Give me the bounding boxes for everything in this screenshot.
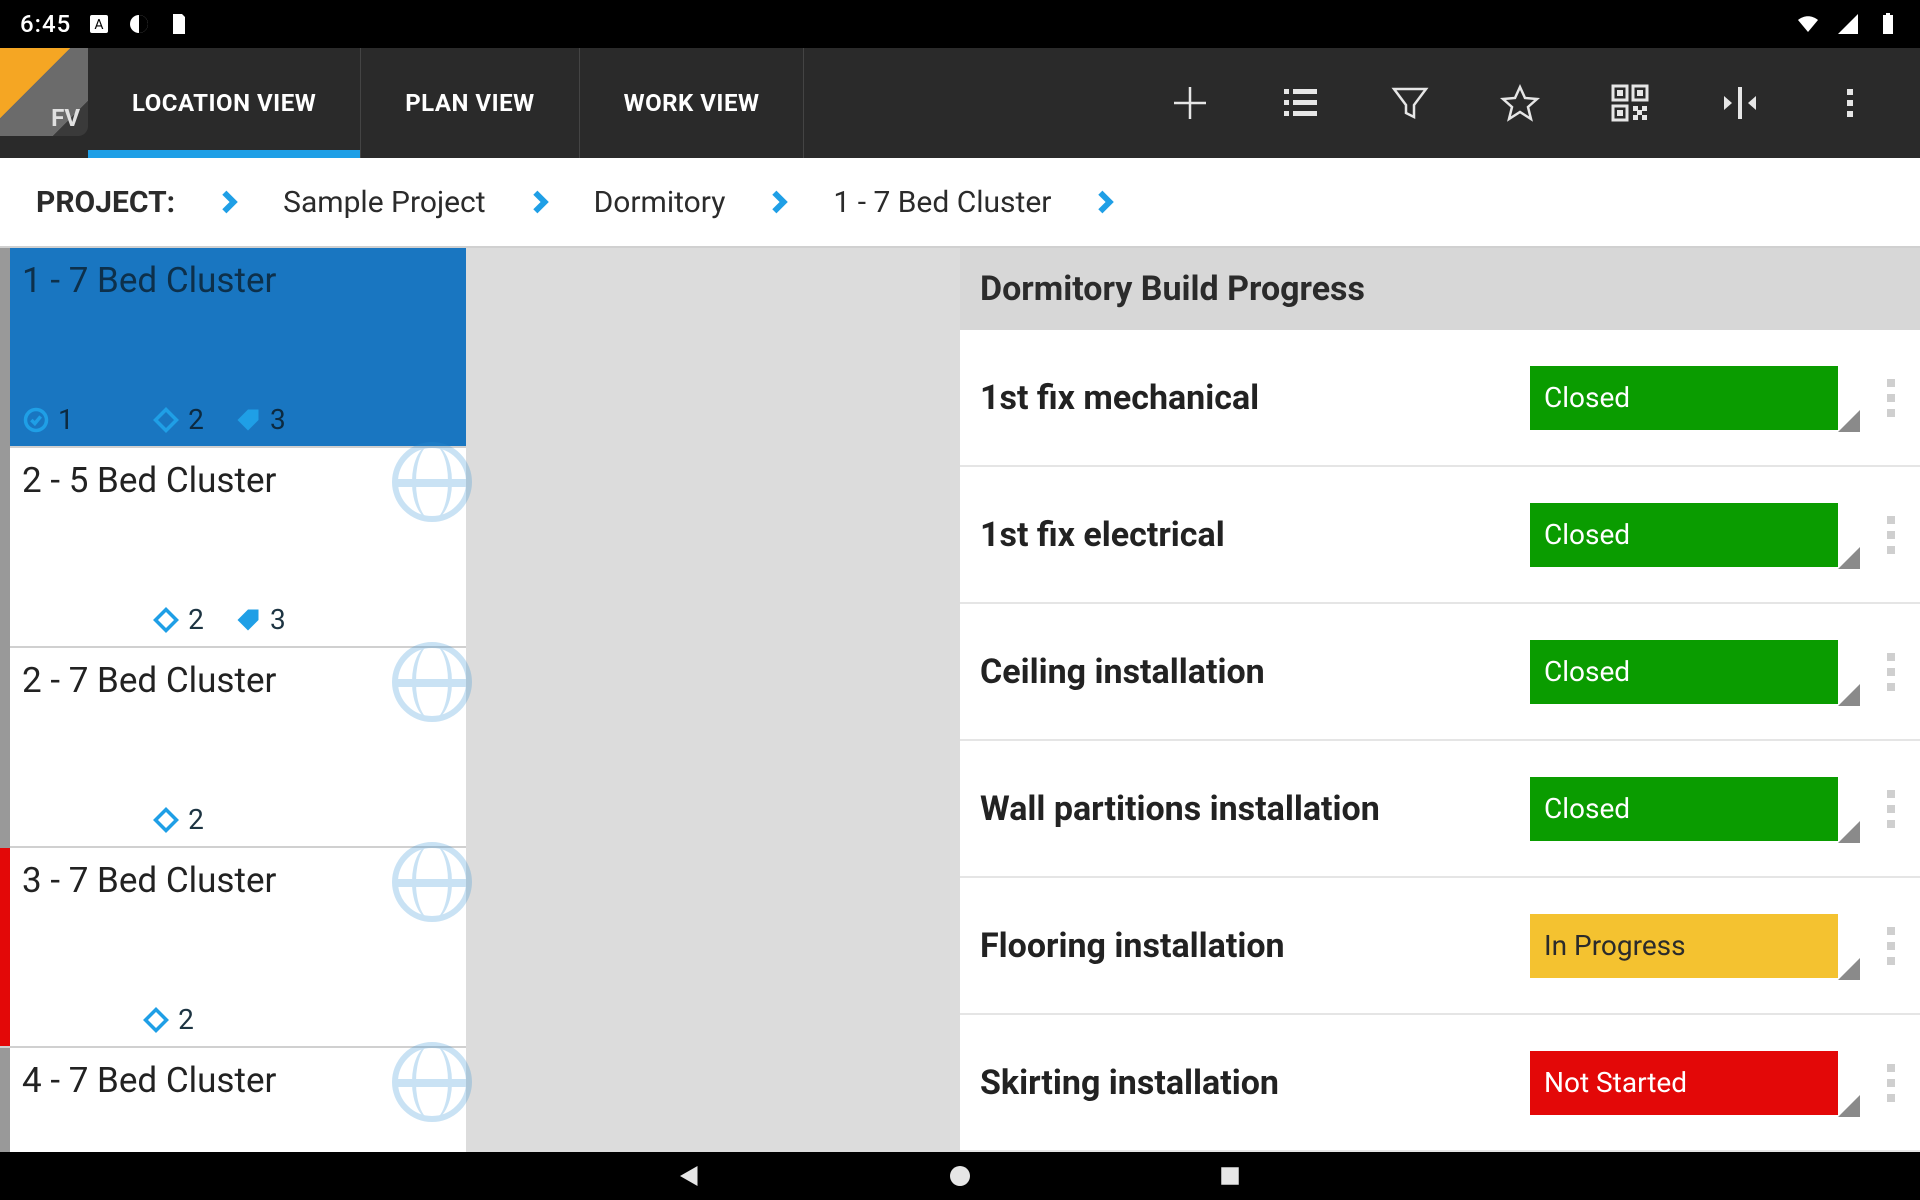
app-logo[interactable]: FV <box>0 48 88 136</box>
spinner-corner-icon <box>1838 1095 1860 1117</box>
chevron-right-icon <box>1091 188 1119 216</box>
progress-header: Dormitory Build Progress <box>960 248 1920 330</box>
location-title: 1 - 7 Bed Cluster <box>22 260 454 301</box>
globe-icon <box>392 1042 472 1122</box>
toolbar <box>1170 48 1920 158</box>
breadcrumb-item[interactable]: Sample Project <box>283 185 485 220</box>
task-name: 1st fix mechanical <box>980 378 1520 418</box>
spinner-corner-icon <box>1838 958 1860 980</box>
spinner-corner-icon <box>1838 821 1860 843</box>
split-icon[interactable] <box>1720 83 1760 123</box>
location-list[interactable]: 1 - 7 Bed Cluster1232 - 5 Bed Cluster232… <box>10 248 466 1152</box>
task-status[interactable]: Closed <box>1530 640 1838 704</box>
star-icon[interactable] <box>1500 83 1540 123</box>
task-status[interactable]: Not Started <box>1530 1051 1838 1115</box>
chevron-right-icon <box>526 188 554 216</box>
tag-icon <box>234 606 262 634</box>
spinner-corner-icon <box>1838 547 1860 569</box>
task-overflow-button[interactable] <box>1870 927 1912 965</box>
overflow-icon[interactable] <box>1830 83 1870 123</box>
spinner-corner-icon <box>1838 684 1860 706</box>
nav-recent-icon[interactable] <box>1215 1161 1245 1191</box>
task-status[interactable]: Closed <box>1530 777 1838 841</box>
location-item[interactable]: 1 - 7 Bed Cluster 123 <box>10 248 466 448</box>
globe-icon <box>392 842 472 922</box>
qrcode-icon[interactable] <box>1610 83 1650 123</box>
task-overflow-button[interactable] <box>1870 790 1912 828</box>
wifi-icon <box>1796 12 1820 36</box>
status-icon-contrast <box>127 12 151 36</box>
location-item[interactable]: 2 - 5 Bed Cluster 23 <box>10 448 466 648</box>
task-status[interactable]: Closed <box>1530 366 1838 430</box>
app-action-bar: FV LOCATION VIEWPLAN VIEWWORK VIEW <box>0 48 1920 158</box>
task-name: Wall partitions installation <box>980 789 1520 829</box>
location-column: 1 - 7 Bed Cluster1232 - 5 Bed Cluster232… <box>0 248 466 1152</box>
android-status-bar: 6:45 A <box>0 0 1920 48</box>
location-title: 2 - 7 Bed Cluster <box>22 660 454 701</box>
progress-column: Dormitory Build Progress 1st fix mechani… <box>960 248 1920 1152</box>
breadcrumb-label: PROJECT: <box>36 185 175 220</box>
diamond-icon <box>152 606 180 634</box>
nav-back-icon[interactable] <box>675 1161 705 1191</box>
task-row[interactable]: 1st fix electricalClosed <box>960 467 1920 604</box>
location-meta: 123 <box>22 403 454 436</box>
add-icon[interactable] <box>1170 83 1210 123</box>
location-item[interactable]: 3 - 7 Bed Cluster 2 <box>0 848 466 1048</box>
task-row[interactable]: 1st fix mechanicalClosed <box>960 330 1920 467</box>
status-icon-a: A <box>87 12 111 36</box>
location-title: 3 - 7 Bed Cluster <box>22 860 454 901</box>
location-meta: 2 <box>22 803 454 836</box>
breadcrumb: PROJECT: Sample Project Dormitory 1 - 7 Be… <box>0 158 1920 248</box>
task-overflow-button[interactable] <box>1870 516 1912 554</box>
task-name: Skirting installation <box>980 1063 1520 1103</box>
location-title: 4 - 7 Bed Cluster <box>22 1060 454 1101</box>
view-tabs: LOCATION VIEWPLAN VIEWWORK VIEW <box>88 48 804 158</box>
globe-icon <box>392 442 472 522</box>
signal-icon <box>1836 12 1860 36</box>
list-icon[interactable] <box>1280 83 1320 123</box>
task-overflow-button[interactable] <box>1870 379 1912 417</box>
battery-icon <box>1876 12 1900 36</box>
globe-icon <box>392 642 472 722</box>
status-icon-sd <box>167 12 191 36</box>
task-name: Flooring installation <box>980 926 1520 966</box>
nav-home-icon[interactable] <box>945 1161 975 1191</box>
filter-icon[interactable] <box>1390 83 1430 123</box>
task-row[interactable]: Wall partitions installationClosed <box>960 741 1920 878</box>
task-status[interactable]: In Progress <box>1530 914 1838 978</box>
svg-text:A: A <box>95 17 104 33</box>
location-meta: 2 <box>12 1003 454 1036</box>
tab-work-view[interactable]: WORK VIEW <box>580 48 805 158</box>
breadcrumb-item[interactable]: Dormitory <box>594 185 726 220</box>
task-row[interactable]: Ceiling installationClosed <box>960 604 1920 741</box>
task-row[interactable]: Skirting installationNot Started <box>960 1015 1920 1152</box>
location-title: 2 - 5 Bed Cluster <box>22 460 454 501</box>
task-overflow-button[interactable] <box>1870 1064 1912 1102</box>
status-time: 6:45 <box>20 10 71 38</box>
tab-location-view[interactable]: LOCATION VIEW <box>88 48 361 158</box>
diamond-icon <box>152 806 180 834</box>
task-name: Ceiling installation <box>980 652 1520 692</box>
task-name: 1st fix electrical <box>980 515 1520 555</box>
diamond-icon <box>152 406 180 434</box>
spinner-corner-icon <box>1838 410 1860 432</box>
diamond-icon <box>142 1006 170 1034</box>
location-item[interactable]: 2 - 7 Bed Cluster 2 <box>10 648 466 848</box>
check-circle-icon <box>22 406 50 434</box>
tab-plan-view[interactable]: PLAN VIEW <box>361 48 579 158</box>
location-item[interactable]: 4 - 7 Bed Cluster <box>10 1048 466 1200</box>
task-overflow-button[interactable] <box>1870 653 1912 691</box>
tag-icon <box>234 406 262 434</box>
chevron-right-icon <box>765 188 793 216</box>
task-row[interactable]: Flooring installationIn Progress <box>960 878 1920 1015</box>
main-content: 1 - 7 Bed Cluster1232 - 5 Bed Cluster232… <box>0 248 1920 1152</box>
breadcrumb-item[interactable]: 1 - 7 Bed Cluster <box>833 185 1051 220</box>
middle-column <box>466 248 960 1152</box>
task-list[interactable]: 1st fix mechanicalClosed1st fix electric… <box>960 330 1920 1152</box>
chevron-right-icon <box>215 188 243 216</box>
location-meta: 23 <box>22 603 454 636</box>
app-logo-text: FV <box>51 104 80 132</box>
task-status[interactable]: Closed <box>1530 503 1838 567</box>
